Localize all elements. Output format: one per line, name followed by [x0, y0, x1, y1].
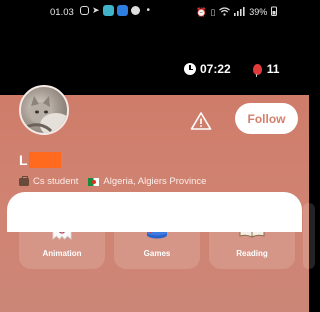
- username-redaction: [28, 152, 61, 168]
- app-icon-teal: [102, 5, 114, 16]
- pinterest-icon: [130, 6, 140, 15]
- status-time: 01.03: [50, 7, 74, 18]
- interest-label: Animation: [42, 249, 82, 258]
- interest-card-next[interactable]: [303, 203, 315, 269]
- warning-icon: [190, 112, 212, 130]
- balloon-icon: [252, 63, 262, 77]
- notification-icons: ➤ •: [80, 5, 150, 16]
- content-sheet: [7, 192, 302, 232]
- battery-level: 39%: [249, 7, 268, 17]
- cat-photo-icon: [25, 96, 67, 133]
- battery-icon: [271, 6, 278, 18]
- avatar[interactable]: [19, 85, 69, 135]
- interest-label: Reading: [236, 249, 268, 258]
- algeria-flag-icon: [88, 177, 100, 186]
- signal-icon: [234, 6, 245, 18]
- location: Algeria, Algiers Province: [103, 176, 207, 187]
- vibrate-icon: ▯: [210, 6, 216, 17]
- status-bar: 01.03 ➤ • ⏰ ▯ 39%: [0, 0, 309, 24]
- profile-meta: Cs student Algeria, Algiers Province: [19, 175, 207, 187]
- clock-icon: [184, 63, 196, 75]
- interest-label: Games: [143, 249, 171, 258]
- briefcase-icon: [19, 175, 29, 186]
- report-button[interactable]: [190, 111, 212, 131]
- instagram-icon: [80, 6, 89, 15]
- time-left: 07:22: [200, 62, 231, 76]
- top-bar: 01.03 ➤ • ⏰ ▯ 39% 07:22 11: [0, 0, 309, 95]
- wifi-icon: [219, 6, 231, 18]
- more-dot-icon: •: [146, 5, 151, 16]
- system-icons: ⏰ ▯ 39%: [196, 6, 278, 18]
- app-icon-blue: [116, 5, 128, 16]
- balloon-count: 11: [266, 62, 280, 76]
- alarm-icon: ⏰: [196, 6, 207, 17]
- occupation: Cs student: [33, 176, 79, 187]
- username: L: [19, 152, 61, 168]
- username-text: L: [19, 152, 28, 168]
- follow-button[interactable]: Follow: [235, 103, 298, 134]
- counters: 07:22 11: [184, 62, 280, 77]
- telegram-icon: ➤: [92, 5, 100, 15]
